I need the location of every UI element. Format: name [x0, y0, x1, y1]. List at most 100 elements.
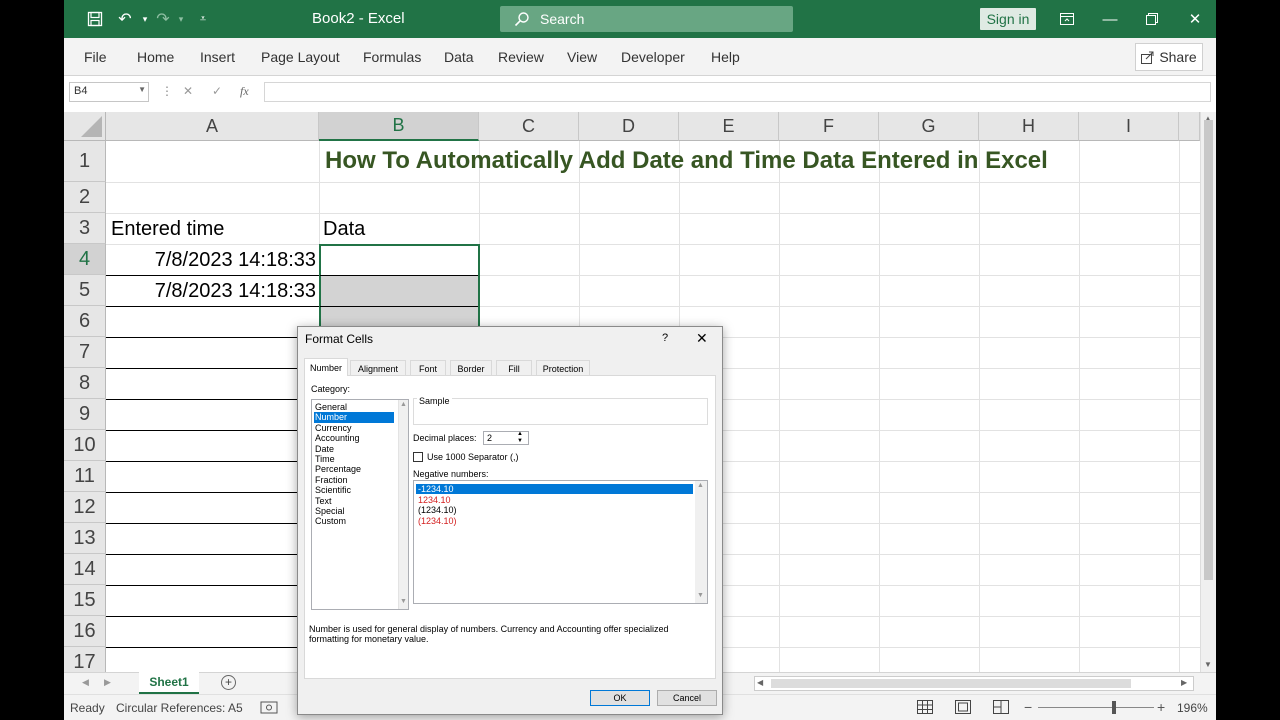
negative-option-1[interactable]: -1234.10 — [416, 484, 693, 494]
insert-function-icon[interactable]: fx — [240, 84, 249, 99]
share-button[interactable]: Share — [1135, 43, 1203, 71]
name-box-dropdown-icon[interactable]: ▼ — [138, 85, 146, 94]
row-header-8[interactable]: 8 — [64, 368, 106, 399]
customize-toolbar-icon[interactable]: ⩡ — [192, 9, 214, 29]
horizontal-scrollbar[interactable]: ◀ ▶ — [754, 676, 1194, 691]
help-icon[interactable]: ? — [662, 332, 668, 344]
negative-option-4[interactable]: (1234.10) — [416, 516, 457, 526]
zoom-slider-track[interactable] — [1038, 707, 1154, 708]
scroll-right-icon[interactable]: ▶ — [1181, 678, 1187, 687]
scroll-thumb[interactable] — [1204, 120, 1213, 580]
column-header-h[interactable]: H — [979, 112, 1079, 141]
negative-numbers-list[interactable]: -1234.10 1234.10 (1234.10) (1234.10) ▲ ▼ — [413, 480, 708, 604]
row-header-3[interactable]: 3 — [64, 213, 106, 244]
row-header-13[interactable]: 13 — [64, 523, 106, 554]
tab-home[interactable]: Home — [137, 49, 174, 65]
tab-review[interactable]: Review — [498, 49, 544, 65]
scroll-up-icon[interactable]: ▲ — [697, 482, 704, 489]
column-header-a[interactable]: A — [106, 112, 319, 141]
minimize-icon[interactable]: — — [1095, 7, 1125, 31]
category-scientific[interactable]: Scientific — [314, 485, 394, 495]
separator-checkbox[interactable] — [413, 452, 423, 462]
row-header-4[interactable]: 4 — [64, 244, 106, 275]
tab-data[interactable]: Data — [444, 49, 474, 65]
normal-view-icon[interactable] — [916, 699, 934, 715]
category-fraction[interactable]: Fraction — [314, 475, 394, 485]
undo-icon[interactable]: ↶ — [114, 9, 136, 29]
restore-icon[interactable] — [1137, 7, 1167, 31]
name-box[interactable]: B4 ▼ — [69, 82, 149, 102]
category-time[interactable]: Time — [314, 454, 394, 464]
spin-up-icon[interactable]: ▲ — [517, 431, 523, 437]
row-header-12[interactable]: 12 — [64, 492, 106, 523]
row-header-2[interactable]: 2 — [64, 182, 106, 213]
row-header-5[interactable]: 5 — [64, 275, 106, 306]
cell-a3[interactable]: Entered time — [111, 218, 224, 241]
select-all-corner[interactable] — [64, 112, 106, 141]
sheet-tab-sheet1[interactable]: Sheet1 — [139, 672, 199, 694]
category-list[interactable]: General Number Currency Accounting Date … — [311, 399, 409, 610]
cancel-entry-icon[interactable]: ✕ — [183, 84, 193, 98]
category-text[interactable]: Text — [314, 496, 394, 506]
redo-dropdown-icon[interactable]: ▾ — [170, 9, 192, 29]
negative-option-3[interactable]: (1234.10) — [416, 505, 457, 515]
tab-help[interactable]: Help — [711, 49, 740, 65]
category-date[interactable]: Date — [314, 444, 394, 454]
zoom-out-icon[interactable]: − — [1024, 699, 1032, 715]
scroll-left-icon[interactable]: ◀ — [757, 678, 763, 687]
row-header-16[interactable]: 16 — [64, 616, 106, 647]
scroll-down-icon[interactable]: ▼ — [400, 598, 407, 605]
category-currency[interactable]: Currency — [314, 423, 394, 433]
next-sheet-icon[interactable]: ▶ — [104, 677, 111, 688]
formula-input[interactable] — [264, 82, 1211, 102]
row-header-10[interactable]: 10 — [64, 430, 106, 461]
dialog-tab-protection[interactable]: Protection — [536, 360, 590, 376]
row-header-15[interactable]: 15 — [64, 585, 106, 616]
row-header-7[interactable]: 7 — [64, 337, 106, 368]
column-header-c[interactable]: C — [479, 112, 579, 141]
category-custom[interactable]: Custom — [314, 516, 394, 526]
column-header-f[interactable]: F — [779, 112, 879, 141]
confirm-entry-icon[interactable]: ✓ — [212, 84, 222, 98]
row-header-14[interactable]: 14 — [64, 554, 106, 585]
page-layout-view-icon[interactable] — [954, 699, 972, 715]
save-icon[interactable] — [84, 9, 106, 29]
tab-file[interactable]: File — [84, 49, 107, 65]
tab-view[interactable]: View — [567, 49, 597, 65]
dialog-tab-fill[interactable]: Fill — [496, 360, 532, 376]
category-number[interactable]: Number — [314, 412, 394, 423]
zoom-slider-thumb[interactable] — [1112, 701, 1116, 714]
column-header-e[interactable]: E — [679, 112, 779, 141]
negative-option-2[interactable]: 1234.10 — [416, 495, 451, 505]
zoom-in-icon[interactable]: + — [1157, 699, 1165, 715]
tab-insert[interactable]: Insert — [200, 49, 235, 65]
scroll-down-icon[interactable]: ▼ — [697, 592, 704, 599]
dialog-tab-number[interactable]: Number — [304, 358, 348, 376]
row-header-11[interactable]: 11 — [64, 461, 106, 492]
page-break-view-icon[interactable] — [992, 699, 1010, 715]
prev-sheet-icon[interactable]: ◀ — [82, 677, 89, 688]
spin-down-icon[interactable]: ▼ — [517, 438, 523, 444]
cell-a5[interactable]: 7/8/2023 14:18:33 — [106, 280, 316, 303]
tab-developer[interactable]: Developer — [621, 49, 685, 65]
h-scroll-thumb[interactable] — [771, 679, 1131, 688]
column-header-b[interactable]: B — [319, 112, 479, 141]
cell-a4[interactable]: 7/8/2023 14:18:33 — [106, 249, 316, 272]
negative-list-scrollbar[interactable]: ▲ ▼ — [695, 481, 707, 603]
category-general[interactable]: General — [314, 402, 394, 412]
ribbon-display-options-icon[interactable] — [1052, 7, 1082, 31]
add-sheet-icon[interactable]: + — [221, 675, 236, 690]
scroll-up-icon[interactable]: ▲ — [400, 401, 407, 408]
accessibility-icon[interactable] — [260, 699, 278, 715]
column-header-d[interactable]: D — [579, 112, 679, 141]
category-special[interactable]: Special — [314, 506, 394, 516]
row-header-6[interactable]: 6 — [64, 306, 106, 337]
close-icon[interactable]: ✕ — [1180, 7, 1210, 31]
dialog-tab-alignment[interactable]: Alignment — [350, 360, 406, 376]
column-header-i[interactable]: I — [1079, 112, 1179, 141]
decimal-places-stepper[interactable]: 2 ▲ ▼ — [483, 431, 529, 445]
zoom-level[interactable]: 196% — [1177, 701, 1208, 715]
cancel-button[interactable]: Cancel — [657, 690, 717, 706]
category-scrollbar[interactable]: ▲ ▼ — [398, 400, 408, 609]
scroll-down-icon[interactable]: ▼ — [1204, 660, 1212, 669]
